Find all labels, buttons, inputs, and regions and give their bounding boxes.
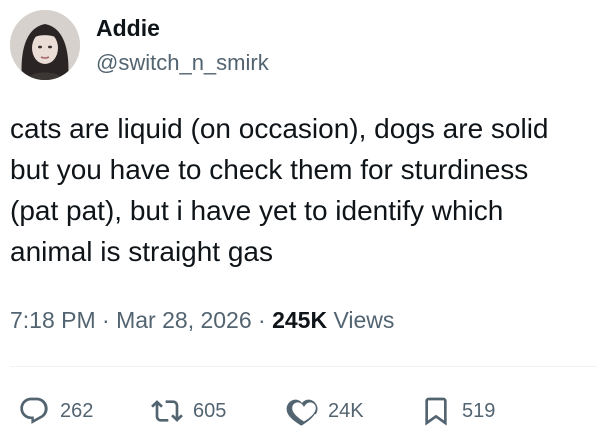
bookmark-icon	[420, 395, 452, 427]
tweet-time[interactable]: 7:18 PM	[10, 307, 96, 333]
bookmark-count: 519	[462, 400, 496, 422]
meta-separator: ·	[258, 307, 266, 333]
views-label: Views	[333, 307, 395, 333]
like-count: 24K	[328, 400, 364, 422]
meta-separator: ·	[102, 307, 110, 333]
views-count: 245K	[272, 307, 328, 333]
repost-icon	[151, 395, 183, 427]
reply-button[interactable]: 262	[18, 391, 93, 431]
author-display-name[interactable]: Addie	[96, 14, 160, 42]
tweet-text: cats are liquid (on occasion), dogs are …	[10, 113, 549, 267]
like-button[interactable]: 24K	[286, 391, 364, 431]
bookmark-button[interactable]: 519	[420, 391, 495, 431]
avatar[interactable]	[10, 10, 80, 80]
divider	[10, 366, 597, 367]
author-handle[interactable]: @switch_n_smirk	[96, 50, 269, 76]
repost-count: 605	[193, 400, 227, 422]
heart-icon	[286, 395, 318, 427]
reply-count: 262	[60, 400, 94, 422]
tweet-date[interactable]: Mar 28, 2026	[116, 307, 252, 333]
reply-icon	[18, 395, 50, 427]
action-bar: 262 605 24K 519	[0, 391, 607, 431]
tweet-card: Addie @switch_n_smirk cats are liquid (o…	[0, 0, 607, 441]
user-avatar-icon	[10, 10, 80, 80]
tweet-meta: 7:18 PM · Mar 28, 2026 · 245K Views	[10, 304, 394, 336]
repost-button[interactable]: 605	[151, 391, 226, 431]
